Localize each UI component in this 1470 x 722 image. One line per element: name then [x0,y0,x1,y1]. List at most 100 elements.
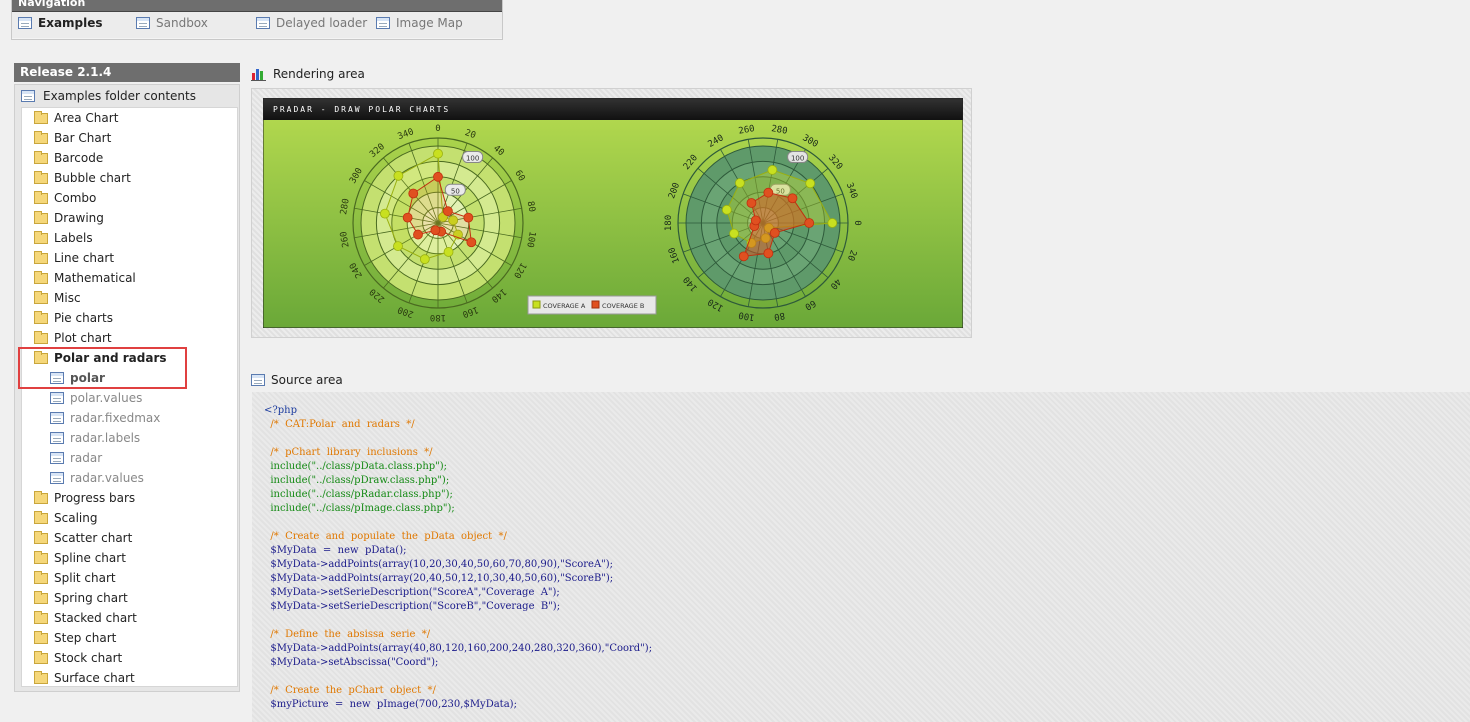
folder-label: Labels [54,231,93,245]
data-point [380,208,390,219]
folder-label: Barcode [54,151,104,165]
folder-misc[interactable]: Misc [22,288,237,308]
data-point [746,198,757,208]
folder-label: Spline chart [54,551,126,565]
folder-label: Line chart [54,251,115,265]
code-line: $MyData->addPoints(array(20,40,50,12,10,… [264,573,614,584]
example-label: radar.fixedmax [70,411,161,425]
folder-label: Scatter chart [54,531,133,545]
folder-icon [34,330,48,344]
folder-label: Pie charts [54,311,113,325]
folder-spring-chart[interactable]: Spring chart [22,588,237,608]
folder-pie-charts[interactable]: Pie charts [22,308,237,328]
folder-label: Polar and radars [54,351,167,365]
folder-barcode[interactable]: Barcode [22,148,237,168]
folder-icon [34,610,48,624]
folder-header-label: Examples folder contents [43,89,196,103]
folder-tree[interactable]: Area Chart Bar Chart Barcode Bubble chart Co… [21,107,238,687]
folder-icon [34,350,48,364]
folder-label: Combo [54,191,97,205]
source-code-panel[interactable]: <?php /* CAT:Polar and radars */ /* pCha… [252,392,1470,722]
example-radar-labels[interactable]: radar.labels [22,428,237,448]
folder-icon [34,670,48,684]
folder-scatter-chart[interactable]: Scatter chart [22,528,237,548]
folder-bubble-chart[interactable]: Bubble chart [22,168,237,188]
source-code: <?php /* CAT:Polar and radars */ /* pCha… [252,392,1470,712]
bar-chart-icon [251,69,266,81]
example-label: polar [70,371,105,385]
rendering-area-label: Rendering area [251,67,365,81]
table-icon [376,17,390,29]
folder-mathematical[interactable]: Mathematical [22,268,237,288]
rendering-area-title: Rendering area [273,67,365,81]
folder-label: Area Chart [54,111,119,125]
example-polar-values[interactable]: polar.values [22,388,237,408]
code-line: include("../class/pDraw.class.php"); [264,475,450,486]
folder-area-chart[interactable]: Area Chart [22,108,237,128]
folder-icon [34,630,48,644]
folder-spline-chart[interactable]: Spline chart [22,548,237,568]
table-icon [50,392,64,404]
folder-icon [34,210,48,224]
data-point [721,204,732,215]
folder-label: Bar Chart [54,131,112,145]
folder-icon [34,170,48,184]
example-radar-values[interactable]: radar.values [22,468,237,488]
folder-surface-chart[interactable]: Surface chart [22,668,237,686]
example-radar-fixedmax[interactable]: radar.fixedmax [22,408,237,428]
nav-item-image-map[interactable]: Image Map [376,16,463,30]
folder-split-chart[interactable]: Split chart [22,568,237,588]
code-line: $myPicture = new pImage(700,230,$MyData)… [264,699,517,710]
table-icon [50,452,64,464]
nav-item-label: Image Map [396,16,463,30]
table-icon [136,17,150,29]
folder-stacked-chart[interactable]: Stacked chart [22,608,237,628]
folder-scaling[interactable]: Scaling [22,508,237,528]
folder-label: Stacked chart [54,611,137,625]
code-line: $MyData->setSerieDescription("ScoreB","C… [264,601,561,612]
folder-icon [34,250,48,264]
folder-step-chart[interactable]: Step chart [22,628,237,648]
nav-item-examples[interactable]: Examples [18,16,103,30]
code-line: /* CAT:Polar and radars */ [264,419,415,430]
folder-line-chart[interactable]: Line chart [22,248,237,268]
data-point [463,212,474,223]
chart-legend: Coverage A Coverage B [527,295,657,315]
code-line: /* Create and populate the pData object … [264,531,507,542]
folder-header: Examples folder contents [15,85,239,107]
folder-label: Plot chart [54,331,112,345]
folder-stock-chart[interactable]: Stock chart [22,648,237,668]
folder-icon [34,190,48,204]
nav-item-label: Delayed loader [276,16,368,30]
data-point [787,193,798,204]
nav-item-sandbox[interactable]: Sandbox [136,16,208,30]
table-icon [50,412,64,424]
nav-item-delayed-loader[interactable]: Delayed loader [256,16,367,30]
source-area-title: Source area [271,373,343,387]
folder-labels[interactable]: Labels [22,228,237,248]
folder-plot-chart[interactable]: Plot chart [22,328,237,348]
folder-progress-bars[interactable]: Progress bars [22,488,237,508]
data-point [734,178,745,188]
release-header: Release 2.1.4 [14,63,240,82]
data-point [413,229,423,240]
example-label: polar.values [70,391,143,405]
folder-combo[interactable]: Combo [22,188,237,208]
legend-label-a: Coverage A [543,302,586,310]
example-radar[interactable]: radar [22,448,237,468]
folder-polar-and-radars[interactable]: Polar and radars [22,348,237,368]
folder-label: Bubble chart [54,171,131,185]
folder-label: Progress bars [54,491,136,505]
example-label: radar.values [70,471,144,485]
data-point [443,247,454,257]
folder-drawing[interactable]: Drawing [22,208,237,228]
data-point [442,206,453,217]
folder-bar-chart[interactable]: Bar Chart [22,128,237,148]
code-line: $MyData = new pData(); [264,545,407,556]
folder-label: Drawing [54,211,104,225]
polar-axis-label: 0 [852,220,862,225]
source-area-label: Source area [251,373,343,387]
example-polar[interactable]: polar [22,368,237,388]
data-point [763,248,774,259]
table-icon [256,17,270,29]
